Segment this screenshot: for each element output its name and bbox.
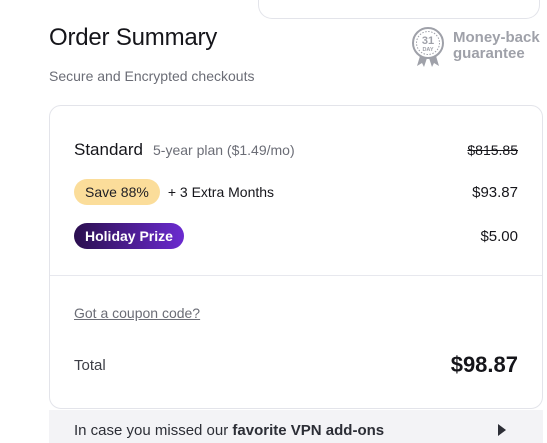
addons-text-prefix: In case you missed our — [74, 421, 233, 439]
guarantee-line-2: guarantee — [453, 45, 525, 62]
guarantee-text: Money-back guarantee — [453, 30, 540, 62]
ribbon-badge-icon: 31 DAY — [412, 27, 444, 67]
save-badge: Save 88% — [74, 179, 160, 205]
plan-name: Standard — [74, 140, 143, 159]
money-back-guarantee: 31 DAY Money-back guarantee — [409, 26, 547, 68]
page-title: Order Summary — [49, 24, 218, 51]
plan-row: Standard 5-year plan ($1.49/mo) $815.85 — [74, 140, 518, 160]
guarantee-line-1: Money-back — [453, 29, 540, 46]
extra-months: + 3 Extra Months — [168, 184, 274, 200]
addons-text-strong: favorite VPN add-ons — [232, 421, 385, 439]
badge-unit: DAY — [422, 47, 433, 53]
extra-months-prefix: + 3 — [167, 184, 188, 200]
top-card-edge — [258, 0, 540, 19]
total-label: Total — [74, 356, 106, 374]
extra-months-suffix: Extra Months — [191, 184, 275, 200]
vpn-addons-expander[interactable]: In case you missed our favorite VPN add-… — [49, 410, 543, 443]
original-price: $815.85 — [467, 142, 518, 158]
prize-price: $5.00 — [480, 227, 518, 245]
divider — [50, 275, 542, 276]
order-summary-card: Standard 5-year plan ($1.49/mo) $815.85 … — [49, 105, 543, 409]
holiday-prize-badge: Holiday Prize — [74, 223, 184, 249]
discount-row: Save 88% + 3 Extra Months $93.87 — [74, 179, 518, 205]
total-row: Total $98.87 — [74, 352, 518, 378]
chevron-right-icon[interactable] — [497, 424, 507, 436]
plan-description: 5-year plan ($1.49/mo) — [153, 142, 295, 158]
total-amount: $98.87 — [450, 352, 518, 377]
badge-number: 31 — [422, 35, 434, 47]
coupon-code-link[interactable]: Got a coupon code? — [74, 305, 200, 321]
page-subtitle: Secure and Encrypted checkouts — [49, 68, 255, 84]
addons-text: In case you missed our favorite VPN add-… — [74, 422, 384, 439]
order-summary-page: Order Summary Secure and Encrypted check… — [0, 0, 547, 443]
prize-row: Holiday Prize $5.00 — [74, 223, 518, 249]
discounted-price: $93.87 — [472, 183, 518, 201]
